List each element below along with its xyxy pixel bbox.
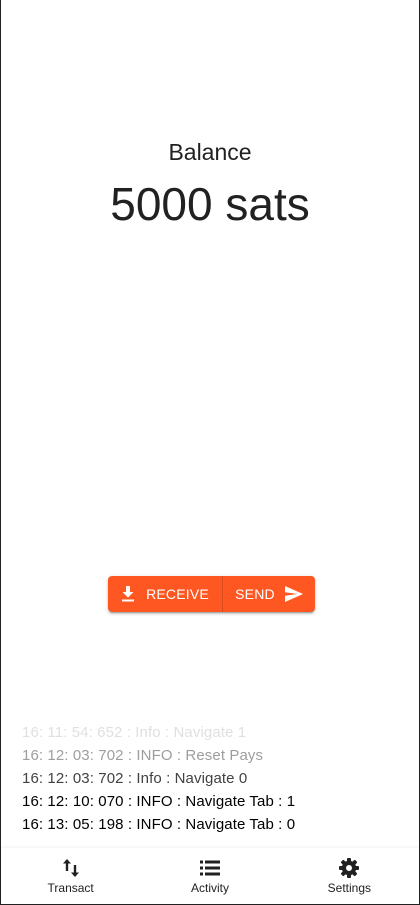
balance-label: Balance xyxy=(168,139,252,165)
balance-amount: 5000 sats xyxy=(110,178,310,230)
nav-item-transact[interactable]: Transact xyxy=(1,848,140,904)
receive-label: RECEIVE xyxy=(146,586,209,602)
log-line: 16: 12: 03: 702 : Info : Navigate 0 xyxy=(22,770,248,787)
log-line: 16: 13: 05: 198 : INFO : Navigate Tab : … xyxy=(22,816,296,833)
nav-item-settings[interactable]: Settings xyxy=(280,848,419,904)
log-line: 16: 11: 54: 652 : Info : Navigate 1 xyxy=(22,724,247,741)
nav-item-activity[interactable]: Activity xyxy=(140,848,279,904)
log-line: 16: 12: 10: 070 : INFO : Navigate Tab : … xyxy=(22,793,296,810)
send-label: SEND xyxy=(235,586,275,602)
nav-label-transact: Transact xyxy=(47,881,94,895)
list-icon xyxy=(199,857,220,879)
action-button-group: RECEIVE SEND xyxy=(108,576,315,612)
activity-log: 16: 11: 54: 652 : Info : Navigate 1 16: … xyxy=(22,721,412,836)
balance-section: Balance 5000 sats xyxy=(1,138,419,232)
swap-vertical-icon xyxy=(62,857,79,879)
app-frame: Balance 5000 sats RECEIVE SEND 16: 11: 5… xyxy=(0,0,420,905)
send-button[interactable]: SEND xyxy=(223,576,315,612)
receive-button[interactable]: RECEIVE xyxy=(108,576,223,612)
nav-label-activity: Activity xyxy=(190,881,229,895)
nav-label-settings: Settings xyxy=(327,881,371,895)
download-icon xyxy=(121,586,135,602)
gear-icon xyxy=(339,857,360,879)
bottom-navigation: Transact Activity Settings xyxy=(1,848,419,904)
log-line: 16: 12: 03: 702 : INFO : Reset Pays xyxy=(22,747,264,764)
send-icon xyxy=(284,586,303,602)
